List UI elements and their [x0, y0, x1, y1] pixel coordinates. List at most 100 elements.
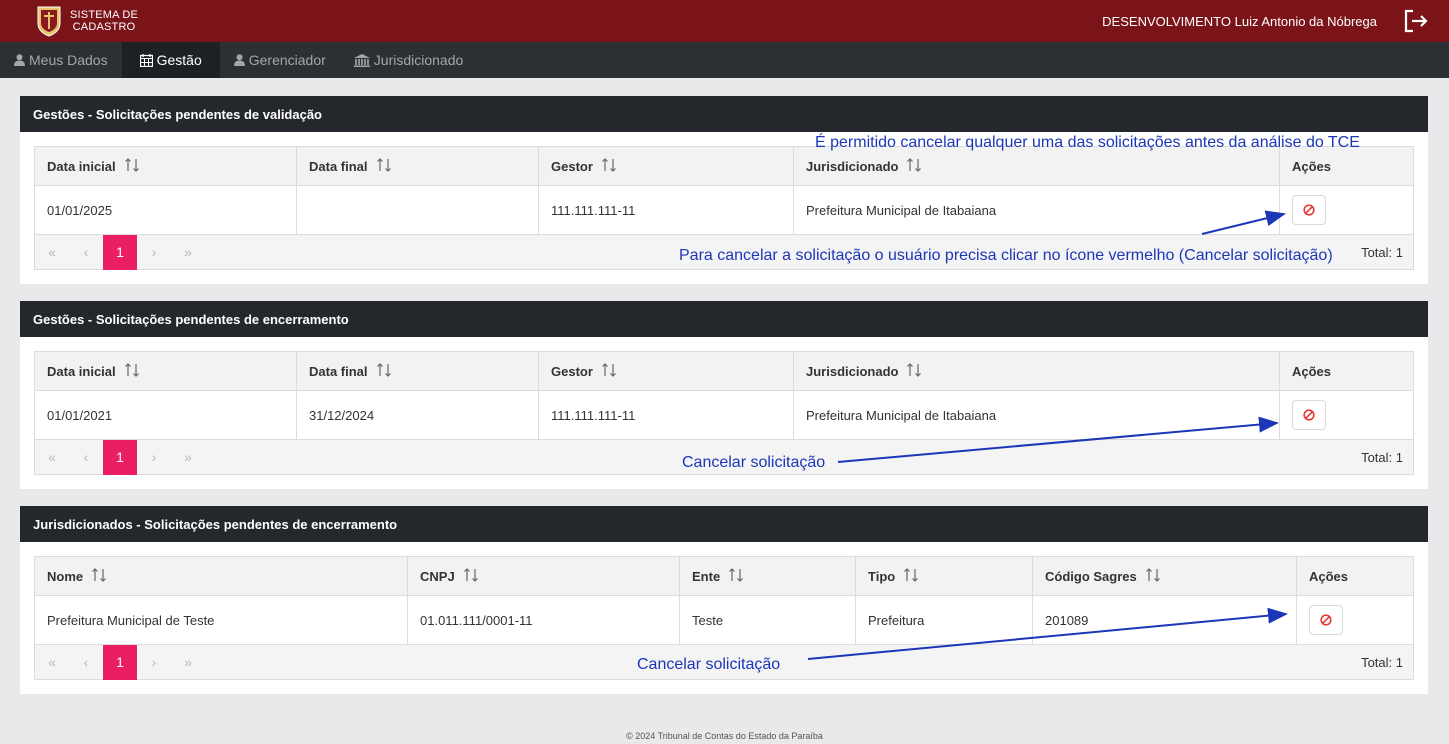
pagination-total: Total: 1: [1361, 449, 1403, 465]
data-table: Nome CNPJ Ente Tipo Código Sagres Ações …: [34, 556, 1414, 645]
nav-label-jurisdicionado: Jurisdicionado: [373, 52, 464, 68]
sort-icon[interactable]: [124, 157, 140, 176]
cell-data-final: 31/12/2024: [296, 390, 539, 440]
column-header-label: Jurisdicionado: [806, 158, 899, 174]
main-nav: Meus Dados Gestão Gerenciador Jurisdicio…: [0, 42, 1449, 78]
pagination-page-button[interactable]: 1: [103, 234, 137, 270]
cell-ente: Teste: [679, 595, 856, 645]
column-header-label: Data final: [309, 158, 368, 174]
pagination-last-button[interactable]: »: [171, 235, 205, 270]
app-logo[interactable]: SISTEMA DE CADASTRO: [36, 5, 138, 37]
pagination-next-button[interactable]: ›: [137, 235, 171, 270]
annotation-cancel-2: Cancelar solicitação: [682, 454, 826, 471]
column-header[interactable]: Data final: [296, 146, 539, 186]
pagination-total: Total: 1: [1361, 244, 1403, 260]
nav-item-jurisdicionado[interactable]: Jurisdicionado: [340, 42, 478, 78]
cell-gestor: 111.111.111-11: [538, 185, 794, 235]
column-header-acoes: Ações: [1279, 351, 1414, 391]
cell-data-inicial: 01/01/2025: [34, 185, 297, 235]
table-header-row: Data inicial Data final Gestor Jurisdici…: [34, 351, 1414, 391]
logo-line-2: CADASTRO: [72, 21, 136, 33]
column-header-label: Gestor: [551, 363, 593, 379]
pagination-page-button[interactable]: 1: [103, 439, 137, 475]
column-header-acoes: Ações: [1296, 556, 1414, 596]
cell-data-final: [296, 185, 539, 235]
column-header-label: Data inicial: [47, 158, 116, 174]
pagination-first-button[interactable]: «: [35, 235, 69, 270]
calendar-icon: [139, 53, 153, 67]
nav-label-gerenciador: Gerenciador: [248, 52, 326, 68]
cell-codigo-sagres: 201089: [1032, 595, 1297, 645]
pagination-prev-button[interactable]: ‹: [69, 235, 103, 270]
pagination-next-button[interactable]: ›: [137, 645, 171, 680]
column-header[interactable]: Gestor: [538, 351, 794, 391]
sort-icon[interactable]: [463, 567, 479, 586]
nav-item-meus-dados[interactable]: Meus Dados: [0, 42, 122, 78]
sort-icon[interactable]: [728, 567, 744, 586]
pagination-first-button[interactable]: «: [35, 645, 69, 680]
sort-icon[interactable]: [903, 567, 919, 586]
cell-jurisdicionado: Prefeitura Municipal de Itabaiana: [793, 390, 1280, 440]
cancel-request-button[interactable]: [1292, 400, 1326, 430]
column-header-label: CNPJ: [420, 568, 455, 584]
column-header[interactable]: Tipo: [855, 556, 1033, 596]
panel-title: Gestões - Solicitações pendentes de ence…: [20, 301, 1428, 337]
sort-icon[interactable]: [906, 362, 922, 381]
cancel-icon: [1303, 204, 1315, 216]
table-row: 01/01/2021 31/12/2024 111.111.111-11 Pre…: [34, 390, 1414, 440]
sort-icon[interactable]: [601, 362, 617, 381]
sort-icon[interactable]: [124, 362, 140, 381]
table-row: 01/01/2025 111.111.111-11 Prefeitura Mun…: [34, 185, 1414, 235]
pagination-first-button[interactable]: «: [35, 440, 69, 475]
bank-icon: [353, 53, 370, 67]
column-header[interactable]: Gestor: [538, 146, 794, 186]
column-header[interactable]: CNPJ: [407, 556, 680, 596]
nav-item-gestao[interactable]: Gestão: [121, 42, 220, 78]
cell-tipo: Prefeitura: [855, 595, 1033, 645]
cancel-request-button[interactable]: [1309, 605, 1343, 635]
column-header[interactable]: Ente: [679, 556, 856, 596]
sort-icon[interactable]: [906, 157, 922, 176]
cell-acoes: [1279, 185, 1414, 235]
sort-icon[interactable]: [376, 362, 392, 381]
cancel-request-button[interactable]: [1292, 195, 1326, 225]
column-header-label: Ente: [692, 568, 721, 584]
column-header[interactable]: Código Sagres: [1032, 556, 1297, 596]
panel-title: Jurisdicionados - Solicitações pendentes…: [20, 506, 1428, 542]
data-table: Data inicial Data final Gestor Jurisdici…: [34, 146, 1414, 235]
column-header[interactable]: Jurisdicionado: [793, 146, 1280, 186]
cell-acoes: [1279, 390, 1414, 440]
annotation-cancel-3: Cancelar solicitação: [637, 656, 781, 673]
column-header-label: Código Sagres: [1045, 568, 1137, 584]
column-header[interactable]: Data inicial: [34, 146, 297, 186]
table-header-row: Data inicial Data final Gestor Jurisdici…: [34, 146, 1414, 186]
pagination-page-button[interactable]: 1: [103, 644, 137, 680]
pagination-last-button[interactable]: »: [171, 645, 205, 680]
pagination-prev-button[interactable]: ‹: [69, 440, 103, 475]
sort-icon[interactable]: [601, 157, 617, 176]
nav-label-gestao: Gestão: [156, 52, 202, 68]
pagination-prev-button[interactable]: ‹: [69, 645, 103, 680]
footer-copyright: © 2024 Tribunal de Contas do Estado da P…: [626, 731, 823, 741]
column-header[interactable]: Jurisdicionado: [793, 351, 1280, 391]
nav-item-gerenciador[interactable]: Gerenciador: [220, 42, 340, 78]
annotation-note-click: Para cancelar a solicitação o usuário pr…: [679, 247, 1333, 264]
user-name: DESENVOLVIMENTO Luiz Antonio da Nóbrega: [1102, 13, 1377, 29]
pagination-last-button[interactable]: »: [171, 440, 205, 475]
sort-icon[interactable]: [376, 157, 392, 176]
column-header-label: Data final: [309, 363, 368, 379]
user-icon: [233, 54, 245, 66]
table-row: Prefeitura Municipal de Teste 01.011.111…: [34, 595, 1414, 645]
sort-icon[interactable]: [91, 567, 107, 586]
column-header[interactable]: Data final: [296, 351, 539, 391]
column-header-label: Jurisdicionado: [806, 363, 899, 379]
column-header-label: Tipo: [868, 568, 896, 584]
column-header[interactable]: Nome: [34, 556, 408, 596]
column-header[interactable]: Data inicial: [34, 351, 297, 391]
user-icon: [14, 54, 25, 66]
panel-title: Gestões - Solicitações pendentes de vali…: [20, 96, 1428, 132]
sort-icon[interactable]: [1145, 567, 1161, 586]
logout-icon[interactable]: [1403, 9, 1429, 33]
shield-logo-icon: [37, 6, 61, 37]
pagination-next-button[interactable]: ›: [137, 440, 171, 475]
